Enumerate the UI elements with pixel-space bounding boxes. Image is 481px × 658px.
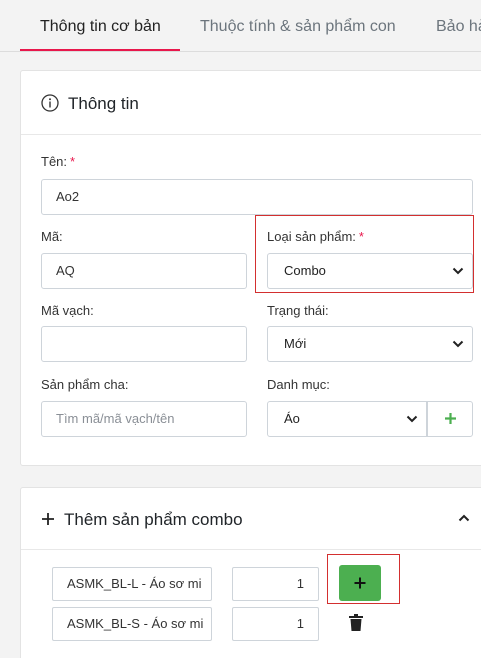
tab-attributes-variants[interactable]: Thuộc tính & sản phẩm con <box>200 18 396 36</box>
active-tab-indicator <box>20 49 180 51</box>
code-input[interactable]: AQ <box>41 253 247 289</box>
info-icon <box>41 94 59 112</box>
combo-card-title: Thêm sản phẩm combo <box>64 510 243 529</box>
name-label: Tên: * <box>41 154 76 169</box>
parent-product-label: Sản phẩm cha: <box>41 377 129 392</box>
chevron-up-icon[interactable] <box>458 513 470 523</box>
status-label: Trạng thái: <box>267 303 329 318</box>
category-label: Danh mục: <box>267 377 330 392</box>
highlight-add-combo-button <box>327 554 400 604</box>
plus-icon <box>42 513 54 525</box>
highlight-product-type <box>255 215 474 293</box>
add-category-button[interactable] <box>427 401 473 437</box>
barcode-label: Mã vạch: <box>41 303 94 318</box>
status-value: Mới <box>284 336 307 351</box>
code-label: Mã: <box>41 229 63 244</box>
combo-product-input[interactable]: ASMK_BL-L - Áo sơ mi <box>52 567 212 601</box>
parent-product-search-input[interactable]: Tìm mã/mã vạch/tên <box>41 401 247 437</box>
tab-bar: Thông tin cơ bản Thuộc tính & sản phẩm c… <box>0 0 481 52</box>
info-card: Thông tin Tên: * Ao2 Mã: AQ Loại sản phẩm… <box>20 70 481 466</box>
chevron-down-icon <box>452 340 464 348</box>
combo-quantity-input[interactable]: 1 <box>232 607 319 641</box>
chevron-down-icon <box>406 415 418 423</box>
status-select[interactable]: Mới <box>267 326 473 362</box>
barcode-input[interactable] <box>41 326 247 362</box>
category-select[interactable]: Áo <box>267 401 427 437</box>
combo-card-header[interactable]: Thêm sản phẩm combo <box>21 488 481 550</box>
tab-warranty[interactable]: Bảo hà <box>436 18 481 36</box>
combo-quantity-input[interactable]: 1 <box>232 567 319 601</box>
plus-icon <box>445 413 456 424</box>
trash-icon[interactable] <box>349 614 363 631</box>
category-value: Áo <box>284 411 300 426</box>
info-card-header: Thông tin <box>21 71 481 135</box>
name-input[interactable]: Ao2 <box>41 179 473 215</box>
info-card-title: Thông tin <box>68 94 139 113</box>
combo-card: Thêm sản phẩm combo ASMK_BL-L - Áo sơ mi… <box>20 487 481 658</box>
tab-basic-info[interactable]: Thông tin cơ bản <box>40 18 161 36</box>
combo-product-input[interactable]: ASMK_BL-S - Áo sơ mi <box>52 607 212 641</box>
